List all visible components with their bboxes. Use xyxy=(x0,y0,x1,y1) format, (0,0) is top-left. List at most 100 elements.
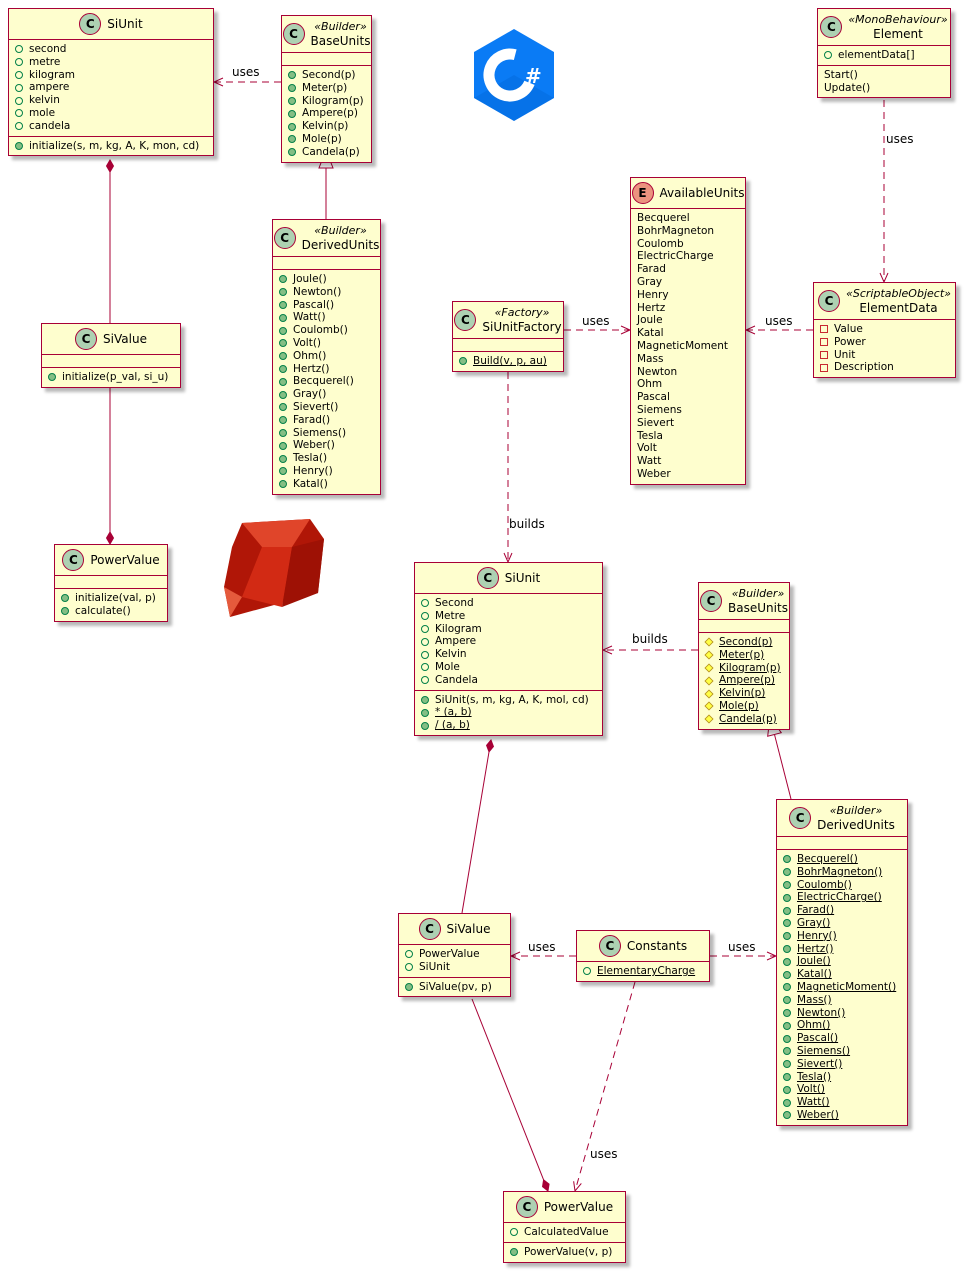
member-text: Kelvin(p) xyxy=(302,120,349,133)
public-visibility-icon xyxy=(421,676,429,685)
member-text: Ohm() xyxy=(797,1019,831,1032)
method: Mole(p) xyxy=(288,133,365,146)
class-titles: SiValue xyxy=(447,922,491,936)
public-visibility-icon xyxy=(61,594,69,603)
public-visibility-icon xyxy=(288,122,296,131)
protected-visibility-icon xyxy=(704,663,714,673)
class-icon: C xyxy=(454,309,477,331)
public-visibility-icon xyxy=(783,957,791,966)
public-visibility-icon xyxy=(15,70,23,79)
class-ruby-derivedunits[interactable]: C «Builder» DerivedUnits Joule() Newton() Pas… xyxy=(272,219,381,495)
public-visibility-icon xyxy=(288,96,296,105)
member-text: Pascal xyxy=(637,391,670,404)
field: Metre xyxy=(421,610,596,623)
public-visibility-icon xyxy=(279,454,287,463)
member-text: Ohm xyxy=(637,378,663,391)
class-stereotype: «Factory» xyxy=(494,306,550,319)
field: mole xyxy=(15,107,207,120)
method: Farad() xyxy=(783,904,901,917)
member-text: calculate() xyxy=(75,604,131,617)
member-text: PowerValue xyxy=(419,948,480,960)
field: Power xyxy=(820,336,949,349)
class-fields-empty xyxy=(777,837,907,850)
method: Newton() xyxy=(279,286,374,299)
member-text: initialize(s, m, kg, A, K, mon, cd) xyxy=(29,139,200,152)
class-stereotype: «MonoBehaviour» xyxy=(848,13,948,26)
class-titles: SiValue xyxy=(103,332,147,346)
class-header: C SiUnit xyxy=(415,563,602,594)
public-visibility-icon xyxy=(510,1248,518,1257)
public-visibility-icon xyxy=(421,599,429,608)
class-ruby-baseunits[interactable]: C «Builder» BaseUnits Second(p) Meter(p) Kilo… xyxy=(281,15,372,163)
field: Value xyxy=(820,323,949,336)
method: Watt() xyxy=(279,311,374,324)
class-cs-sivalue[interactable]: C SiValue PowerValue SiUnit SiValue(pv, p) xyxy=(398,913,511,998)
edge-label: uses xyxy=(582,314,610,328)
class-cs-powervalue[interactable]: C PowerValue CalculatedValue PowerValue(v, … xyxy=(503,1191,626,1263)
member-text: ElementaryCharge xyxy=(597,965,696,977)
class-header: E AvailableUnits xyxy=(631,178,745,209)
class-cs-siunit[interactable]: C SiUnit Second Metre Kilogram Ampere Kelvin Mo… xyxy=(414,562,603,736)
method: Mass() xyxy=(783,994,901,1007)
class-titles: Constants xyxy=(627,939,687,953)
class-availableunits[interactable]: E AvailableUnits Becquerel BohrMagneton Coul… xyxy=(630,177,746,485)
member-text: Coulomb xyxy=(637,237,684,250)
method: Volt() xyxy=(279,337,374,350)
method: Start() xyxy=(824,69,944,82)
method: Henry() xyxy=(783,930,901,943)
method: Coulomb() xyxy=(279,324,374,337)
class-constants[interactable]: C Constants ElementaryCharge xyxy=(576,930,710,982)
class-ruby-sivalue[interactable]: C SiValue initialize(p_val, si_u) xyxy=(41,323,181,388)
class-element[interactable]: C «MonoBehaviour» Element elementData[] Star… xyxy=(817,8,951,99)
class-ruby-siunit[interactable]: C SiUnit second metre kilogram ampere kelvin mo… xyxy=(8,8,214,157)
field: Kelvin xyxy=(421,648,596,661)
class-methods: Second(p) Meter(p) Kilogram(p) Ampere(p) Kel… xyxy=(699,633,789,729)
class-name: PowerValue xyxy=(90,553,160,567)
class-titles: PowerValue xyxy=(544,1200,613,1214)
member-text: Coulomb() xyxy=(293,324,348,337)
member-text: SiValue(pv, p) xyxy=(419,980,492,993)
public-visibility-icon xyxy=(279,275,287,284)
public-visibility-icon xyxy=(279,300,287,309)
method: Kelvin(p) xyxy=(704,687,783,700)
member-text: Hertz() xyxy=(293,362,330,375)
method: Watt() xyxy=(783,1096,901,1109)
member-text: SiUnit xyxy=(419,960,450,973)
member-text: Weber() xyxy=(293,439,335,452)
edge-label: uses xyxy=(728,940,756,954)
field: Mass xyxy=(637,353,739,366)
public-visibility-icon xyxy=(421,612,429,621)
method: Candela(p) xyxy=(288,146,365,159)
class-name: Element xyxy=(873,27,923,41)
field: Joule xyxy=(637,314,739,327)
member-text: Sievert xyxy=(637,416,675,429)
class-cs-derivedunits[interactable]: C «Builder» DerivedUnits Becquerel() BohrMag… xyxy=(776,799,908,1126)
member-text: Value xyxy=(834,323,863,335)
composition-diamond-icon xyxy=(485,739,495,753)
public-visibility-icon xyxy=(783,1111,791,1120)
public-visibility-icon xyxy=(783,932,791,941)
field: Henry xyxy=(637,289,739,302)
member-text: Kelvin(p) xyxy=(719,687,766,700)
edge-label: builds xyxy=(632,632,668,646)
class-elementdata[interactable]: C «ScriptableObject» ElementData Value Power… xyxy=(813,282,956,379)
class-header: C SiValue xyxy=(42,324,180,355)
class-icon: C xyxy=(273,227,296,249)
method: Joule() xyxy=(279,273,374,286)
member-text: Katal() xyxy=(293,477,328,490)
member-text: Hertz() xyxy=(797,942,834,955)
class-fields-empty xyxy=(282,53,371,66)
member-text: Becquerel xyxy=(637,212,690,224)
class-cs-baseunits[interactable]: C «Builder» BaseUnits Second(p) Meter(p) Kilo… xyxy=(698,582,790,730)
method: Becquerel() xyxy=(783,853,901,866)
class-header: C Constants xyxy=(577,931,709,962)
public-visibility-icon xyxy=(288,135,296,144)
member-text: Update() xyxy=(824,81,871,94)
class-ruby-powervalue[interactable]: C PowerValue initialize(val, p) calculate() xyxy=(54,544,168,622)
class-siunitfactory[interactable]: C «Factory» SiUnitFactory Build(v, p, au) xyxy=(452,301,564,372)
method: Hertz() xyxy=(279,363,374,376)
method: Gray() xyxy=(279,388,374,401)
method: * (a, b) xyxy=(421,706,596,719)
public-visibility-icon xyxy=(279,416,287,425)
method: Weber() xyxy=(279,439,374,452)
